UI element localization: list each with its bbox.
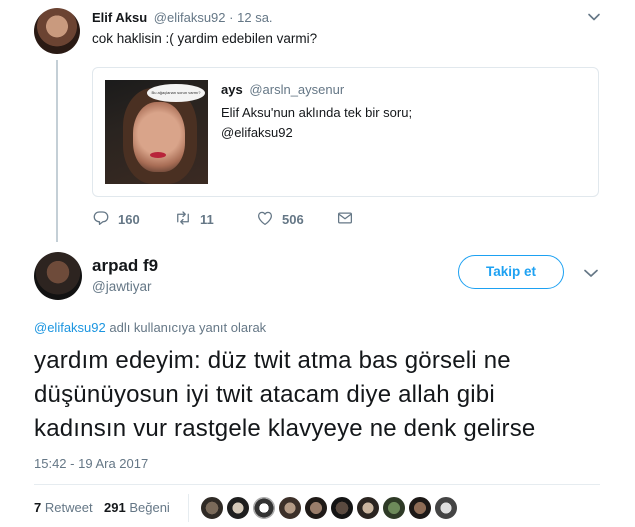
heart-icon — [256, 209, 282, 230]
reply-text-line: kadınsın vur rastgele klavyeye ne denk g… — [34, 415, 536, 442]
liker-avatar[interactable] — [330, 496, 354, 520]
quoted-display-name[interactable]: ays — [221, 82, 243, 97]
reply-count: 160 — [118, 211, 140, 227]
replying-to-label: adlı kullanıcıya yanıt olarak — [105, 320, 267, 335]
stats-separator — [188, 494, 189, 522]
like-count: 506 — [282, 211, 304, 227]
like-stat-label: Beğeni — [129, 500, 170, 515]
header-separator: · — [229, 10, 234, 25]
reply-text-line: düşünüyosun iyi twit atacam diye allah g… — [34, 381, 495, 408]
stats-divider — [34, 484, 600, 485]
parent-handle[interactable]: @elifaksu92 — [154, 10, 226, 25]
reply-handle[interactable]: @jawtiyar — [92, 279, 151, 294]
quoted-tweet-header: ays @arsln_aysenur — [221, 82, 344, 97]
parent-timestamp[interactable]: 12 sa. — [237, 10, 272, 25]
direct-message-action[interactable] — [336, 208, 362, 230]
reply-display-name[interactable]: arpad f9 — [92, 256, 158, 276]
liker-avatar[interactable] — [278, 496, 302, 520]
like-stat[interactable]: 291 Beğeni — [104, 500, 170, 515]
parent-tweet-text: cok haklisin :( yardim edebilen varmi? — [92, 31, 318, 46]
retweet-stat-label: Retweet — [44, 500, 93, 515]
liker-avatar[interactable] — [434, 496, 458, 520]
parent-display-name[interactable]: Elif Aksu — [92, 10, 147, 25]
replying-to-mention-link[interactable]: @elifaksu92 — [34, 320, 106, 335]
reply-timestamp[interactable]: 15:42 - 19 Ara 2017 — [34, 456, 148, 471]
chevron-down-icon[interactable] — [582, 264, 600, 282]
reply-tweet-text: yardım edeyim: düz twit atma bas görseli… — [34, 344, 614, 446]
liker-avatar[interactable] — [408, 496, 432, 520]
retweet-stat[interactable]: 7 Retweet — [34, 500, 93, 515]
liker-avatar[interactable] — [304, 496, 328, 520]
retweet-stat-count: 7 — [34, 500, 42, 515]
reply-text-line: yardım edeyim: düz twit atma bas görseli… — [34, 347, 511, 374]
retweet-count: 11 — [200, 211, 214, 227]
reply-icon — [92, 209, 118, 230]
parent-action-bar: 160 11 506 — [92, 208, 362, 230]
image-lips-shape — [150, 152, 166, 158]
parent-header: Elif Aksu @elifaksu92 · 12 sa. — [92, 10, 273, 25]
replying-to-context: @elifaksu92 adlı kullanıcıya yanıt olara… — [34, 320, 266, 335]
retweet-action[interactable]: 11 — [174, 208, 214, 230]
reply-author-avatar[interactable] — [34, 252, 82, 300]
chevron-down-icon[interactable] — [586, 10, 602, 26]
retweet-icon — [174, 209, 200, 230]
parent-tweet[interactable]: Elif Aksu @elifaksu92 · 12 sa. cok hakli… — [0, 0, 635, 242]
image-face-shape — [133, 102, 185, 172]
liker-avatar[interactable] — [226, 496, 250, 520]
quoted-tweet[interactable]: Bu ağaçlanan sorun varmı? ays @arsln_ays… — [92, 67, 599, 197]
reply-action[interactable]: 160 — [92, 208, 140, 230]
liker-avatar[interactable] — [382, 496, 406, 520]
quoted-text-line-1: Elif Aksu'nun aklında tek bir soru; — [221, 105, 413, 120]
quoted-tweet-image[interactable]: Bu ağaçlanan sorun varmı? — [105, 80, 208, 184]
parent-avatar[interactable] — [34, 8, 80, 54]
liker-avatar[interactable] — [356, 496, 380, 520]
like-stat-count: 291 — [104, 500, 126, 515]
envelope-icon — [336, 209, 362, 230]
liker-avatar[interactable] — [252, 496, 276, 520]
thought-bubble: Bu ağaçlanan sorun varmı? — [147, 84, 205, 102]
quoted-handle[interactable]: @arsln_aysenur — [249, 82, 344, 97]
thread-connector-line — [56, 60, 58, 242]
follow-button[interactable]: Takip et — [458, 255, 564, 289]
quoted-text-line-2[interactable]: @elifaksu92 — [221, 125, 293, 140]
like-action[interactable]: 506 — [256, 208, 304, 230]
liker-avatar[interactable] — [200, 496, 224, 520]
